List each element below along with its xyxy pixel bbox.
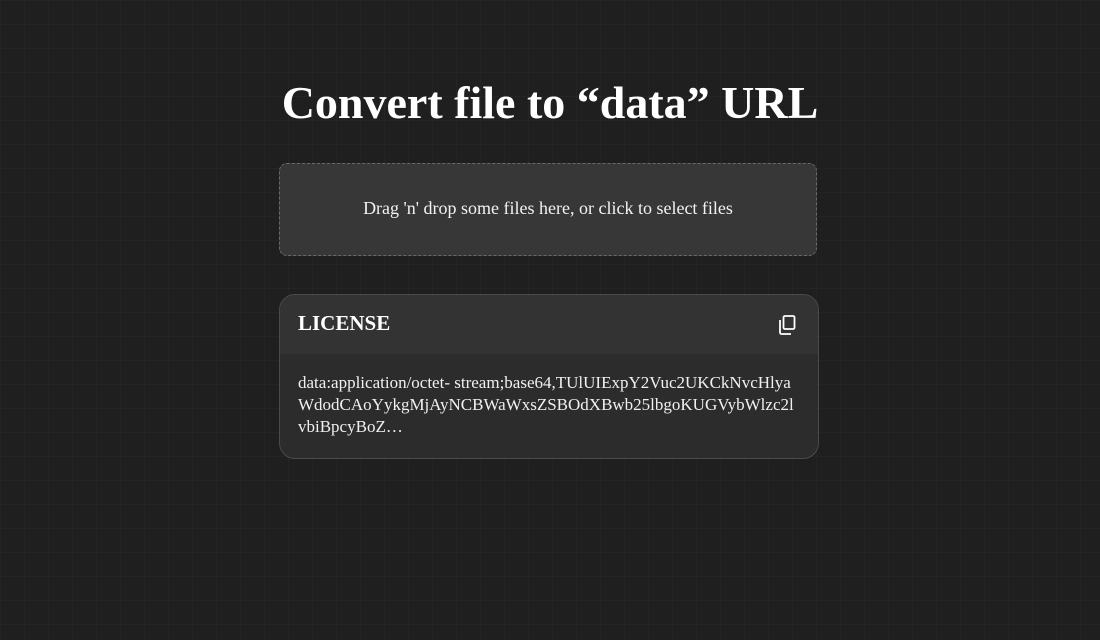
file-name: LICENSE [298,311,391,335]
data-url-line1: data:application/octet- [298,373,450,392]
file-result-card: LICENSE data:application/octet- stream;b… [279,294,819,459]
copy-button[interactable] [776,314,798,336]
copy-icon [779,314,796,335]
file-dropzone[interactable]: Drag 'n' drop some files here, or click … [279,163,817,256]
data-url-text[interactable]: data:application/octet- stream;base64,TU… [298,372,800,438]
file-card-header: LICENSE [280,295,818,354]
page-title: Convert file to “data” URL [281,77,819,128]
file-card-body: data:application/octet- stream;base64,TU… [280,354,818,438]
dropzone-prompt: Drag 'n' drop some files here, or click … [363,198,733,218]
